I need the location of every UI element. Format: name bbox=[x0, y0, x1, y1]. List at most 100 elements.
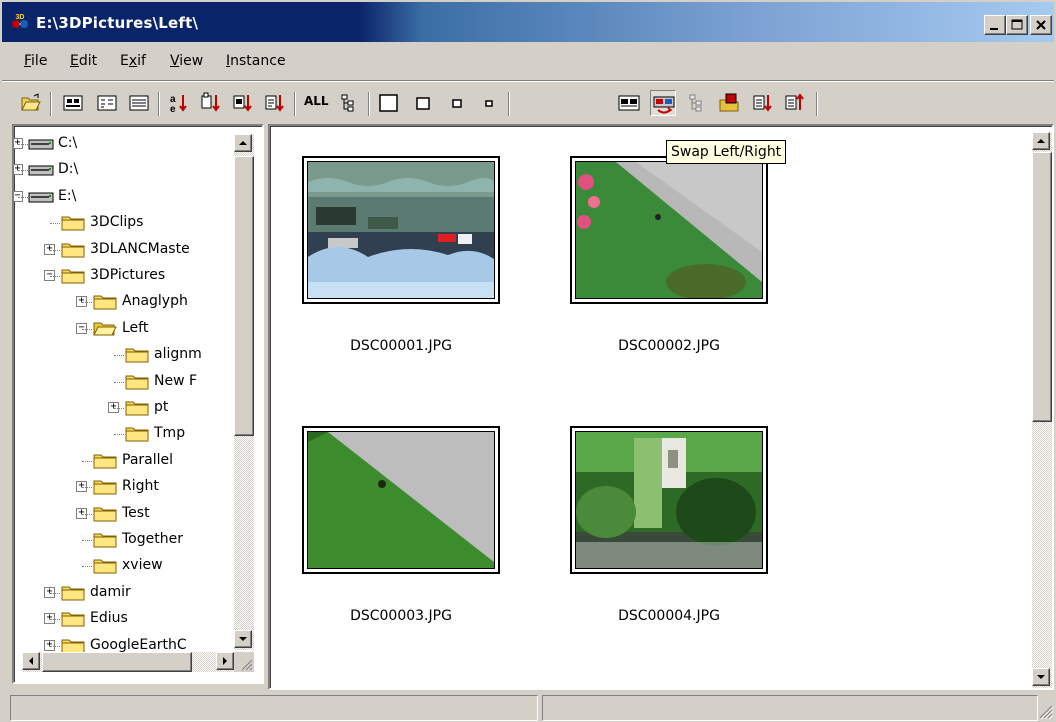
thumbnail-image bbox=[307, 161, 495, 299]
thumb-size-s-button[interactable] bbox=[476, 90, 502, 116]
thumbnail-1[interactable] bbox=[302, 156, 500, 304]
close-button[interactable] bbox=[1030, 15, 1052, 35]
sort-asc-icon bbox=[785, 93, 804, 110]
sort-size-icon bbox=[233, 95, 252, 112]
copy-to-folder-button[interactable] bbox=[716, 90, 742, 116]
thumb-size-l-button[interactable] bbox=[410, 90, 436, 116]
thumb-size-m-button[interactable] bbox=[444, 90, 470, 116]
toolbar-separator bbox=[368, 92, 370, 116]
select-all-button[interactable]: ALL bbox=[302, 90, 329, 116]
content-vertical-scrollbar[interactable] bbox=[1032, 132, 1052, 688]
thumb-size-xl-button[interactable] bbox=[376, 90, 402, 116]
minimize-icon bbox=[990, 28, 998, 30]
thumbnail-3[interactable] bbox=[302, 426, 500, 574]
folder-icon bbox=[92, 477, 118, 501]
tree-connector bbox=[114, 408, 124, 409]
tree-item-label: 3DPictures bbox=[90, 267, 166, 283]
sort-by-date-button[interactable] bbox=[262, 90, 288, 116]
tree-item-label: GoogleEarthC bbox=[90, 637, 187, 653]
tree-view-button[interactable] bbox=[336, 90, 362, 116]
folder-icon bbox=[60, 583, 86, 607]
square-l-icon bbox=[416, 97, 430, 110]
tooltip: Swap Left/Right bbox=[666, 140, 787, 164]
thumbnail-view[interactable]: DSC00001.JPG DSC00002.JPG DSC00003.JPG D… bbox=[268, 124, 1054, 690]
menu-instance[interactable]: Instance bbox=[224, 53, 288, 69]
scroll-left-button[interactable] bbox=[22, 652, 40, 670]
tree-item-label: Right bbox=[122, 478, 159, 494]
3d-glasses-icon: 3D bbox=[10, 12, 30, 32]
view-report-button[interactable] bbox=[126, 90, 152, 116]
menu-exif[interactable]: Exif bbox=[118, 53, 148, 69]
drive-icon bbox=[28, 160, 54, 184]
status-panel-right bbox=[542, 695, 1038, 721]
menu-bar: File Edit Exif View Instance bbox=[2, 44, 1054, 78]
sort-desc-icon bbox=[753, 95, 772, 112]
tree-vertical-scrollbar[interactable] bbox=[234, 134, 254, 650]
resize-grip-icon[interactable] bbox=[1036, 702, 1054, 720]
tree-item-label: alignm bbox=[154, 346, 202, 362]
tree-item-label: damir bbox=[90, 584, 131, 600]
tree-item-label: xview bbox=[122, 557, 163, 573]
tree-item-label: E:\ bbox=[58, 188, 77, 204]
title-bar[interactable]: 3D E:\3DPictures\Left\ bbox=[2, 2, 1054, 42]
arrow-down-icon bbox=[239, 637, 247, 641]
tree-item-label: Left bbox=[122, 320, 149, 336]
maximize-button[interactable] bbox=[1006, 15, 1028, 35]
menu-file[interactable]: File bbox=[22, 53, 49, 69]
toolbar-separator bbox=[158, 92, 160, 116]
thumbnail-4[interactable] bbox=[570, 426, 768, 574]
sort-type-icon bbox=[201, 92, 220, 112]
sort-by-size-button[interactable] bbox=[230, 90, 256, 116]
minimize-button[interactable] bbox=[984, 15, 1006, 35]
scroll-thumb-horizontal[interactable] bbox=[42, 652, 192, 672]
sort-ascending-button[interactable] bbox=[782, 90, 808, 116]
svg-text:3D: 3D bbox=[16, 14, 25, 21]
view-details-button[interactable] bbox=[60, 90, 86, 116]
arrow-right-icon bbox=[223, 657, 227, 665]
sort-by-type-button[interactable] bbox=[198, 90, 224, 116]
folder-tree[interactable]: + C:\ + D:\ − E:\ 3DClips +3DLANCMaste −3DPictur… bbox=[12, 124, 264, 684]
arrow-down-icon bbox=[1037, 675, 1045, 679]
tree-connector bbox=[50, 593, 60, 594]
menu-separator bbox=[2, 80, 1054, 82]
scroll-right-button[interactable] bbox=[216, 652, 234, 670]
folder-icon bbox=[92, 504, 118, 528]
folder-icon bbox=[60, 609, 86, 633]
stereo-pair-button[interactable] bbox=[616, 90, 642, 116]
scroll-down-button[interactable] bbox=[1032, 668, 1050, 686]
tree-item-label: Anaglyph bbox=[122, 293, 188, 309]
menu-view[interactable]: View bbox=[168, 53, 205, 69]
tree-toggle-button[interactable] bbox=[684, 90, 710, 116]
toolbar-separator bbox=[508, 92, 510, 116]
window-title: E:\3DPictures\Left\ bbox=[36, 14, 199, 32]
tree-horizontal-scrollbar[interactable] bbox=[22, 652, 234, 672]
tree-item-label: Edius bbox=[90, 610, 128, 626]
open-folder-icon bbox=[21, 93, 41, 111]
sort-by-name-button[interactable]: a e bbox=[166, 90, 192, 116]
scroll-up-button[interactable] bbox=[234, 134, 252, 152]
tree-connector bbox=[82, 329, 92, 330]
open-folder-button[interactable] bbox=[18, 90, 44, 116]
scroll-thumb[interactable] bbox=[1032, 152, 1052, 422]
tree-connector bbox=[50, 223, 60, 224]
toolbar: a e ALL bbox=[2, 84, 1054, 122]
sort-descending-button[interactable] bbox=[750, 90, 776, 116]
tree-connector bbox=[50, 619, 60, 620]
maximize-icon bbox=[1011, 19, 1023, 30]
menu-edit[interactable]: Edit bbox=[68, 53, 99, 69]
thumbnail-image bbox=[575, 161, 763, 299]
folder-icon bbox=[124, 398, 150, 422]
close-icon bbox=[1036, 20, 1046, 30]
scroll-down-button[interactable] bbox=[234, 630, 252, 648]
view-thumbs-icon bbox=[63, 95, 83, 111]
drive-icon bbox=[28, 134, 54, 158]
view-list-button[interactable] bbox=[94, 90, 120, 116]
thumbnail-2[interactable] bbox=[570, 156, 768, 304]
scroll-up-button[interactable] bbox=[1032, 132, 1050, 150]
view-report-icon bbox=[129, 95, 149, 111]
scroll-thumb[interactable] bbox=[234, 156, 254, 436]
sort-date-icon bbox=[265, 95, 284, 112]
app-window: 3D E:\3DPictures\Left\ File Edit Exif Vi… bbox=[0, 0, 1056, 722]
swap-left-right-button[interactable] bbox=[650, 90, 676, 116]
folder-icon bbox=[92, 530, 118, 554]
